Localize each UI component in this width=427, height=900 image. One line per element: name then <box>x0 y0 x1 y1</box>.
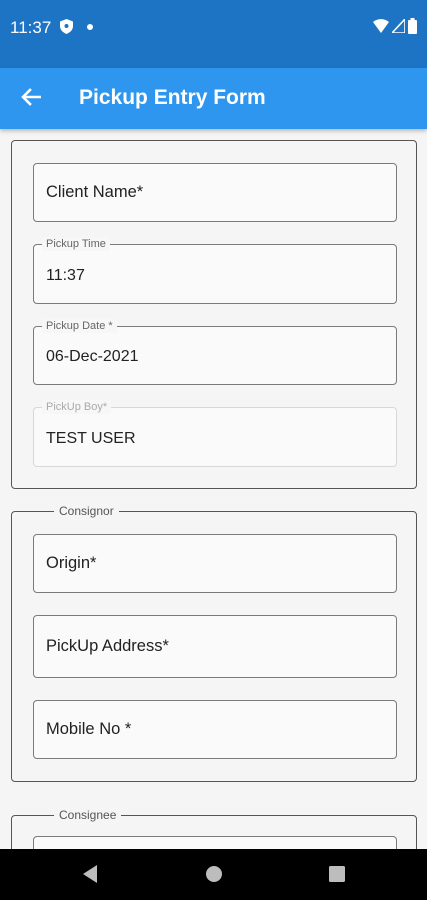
client-name-field[interactable]: Client Name* <box>33 163 397 222</box>
back-button[interactable] <box>14 82 48 116</box>
pickup-time-value: 11:37 <box>46 267 85 284</box>
pickup-boy-value: TEST USER <box>46 430 136 447</box>
notification-dot-icon <box>87 24 93 30</box>
consignee-legend: Consignee <box>54 808 122 823</box>
battery-icon <box>408 18 417 39</box>
home-circle-icon[interactable] <box>205 865 223 888</box>
back-triangle-icon[interactable] <box>81 864 99 889</box>
arrow-back-icon <box>21 87 42 111</box>
page-title: Pickup Entry Form <box>79 86 266 109</box>
shield-icon <box>60 19 73 39</box>
section-consignor: Consignor Origin* PickUp Address* Mobile… <box>11 504 417 782</box>
origin-field[interactable]: Origin* <box>33 534 397 593</box>
form-content[interactable]: Client Name* Pickup Time 11:37 Pickup Da… <box>0 129 427 849</box>
mobile-no-field[interactable]: Mobile No * <box>33 700 397 759</box>
pickup-time-field[interactable]: Pickup Time 11:37 <box>33 237 397 304</box>
recents-square-icon[interactable] <box>328 865 346 888</box>
wifi-icon <box>373 19 389 38</box>
system-nav-bar <box>0 849 427 900</box>
pickup-date-field[interactable]: Pickup Date * 06-Dec-2021 <box>33 319 397 385</box>
pickup-address-field[interactable]: PickUp Address* <box>33 615 397 678</box>
consignor-legend: Consignor <box>54 504 119 519</box>
pickup-date-value: 06-Dec-2021 <box>46 348 139 365</box>
status-bar: 11:37 <box>0 0 427 68</box>
status-time: 11:37 <box>10 18 52 37</box>
pickup-time-label: Pickup Time <box>42 237 110 251</box>
pickup-date-label: Pickup Date * <box>42 319 117 333</box>
app-bar: Pickup Entry Form <box>0 68 427 129</box>
status-icons <box>373 16 417 39</box>
section-general: Client Name* Pickup Time 11:37 Pickup Da… <box>11 140 417 489</box>
signal-icon <box>390 16 406 38</box>
pickup-boy-label: PickUp Boy* <box>42 400 112 414</box>
origin-placeholder: Origin* <box>46 554 97 572</box>
pickup-boy-field: PickUp Boy* TEST USER <box>33 400 397 467</box>
pickup-address-placeholder: PickUp Address* <box>46 637 169 655</box>
consignee-first-field[interactable] <box>33 836 397 849</box>
section-consignee: Consignee <box>11 808 417 849</box>
client-name-placeholder: Client Name* <box>46 183 144 201</box>
mobile-no-placeholder: Mobile No * <box>46 720 132 738</box>
